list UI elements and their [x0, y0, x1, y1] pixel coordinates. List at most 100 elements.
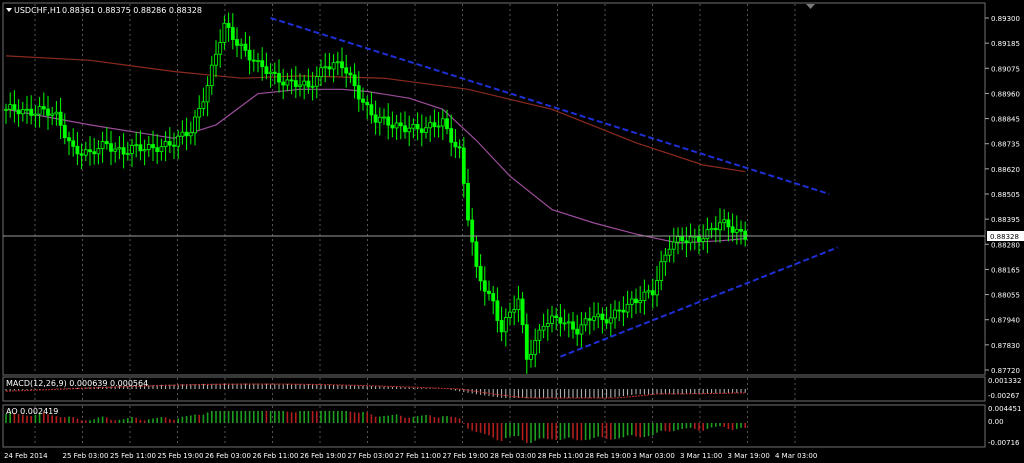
- candle-body: [243, 43, 248, 51]
- price-tick-label: 0.88735: [991, 141, 1020, 149]
- candle-body: [407, 127, 412, 133]
- macd-pane-frame: [2, 376, 986, 402]
- candle-body: [537, 329, 542, 341]
- time-tick-label: 3 Mar 11:00: [680, 452, 722, 460]
- candle-body: [424, 127, 428, 133]
- candle-body: [130, 145, 134, 154]
- trendlines[interactable]: [270, 17, 838, 358]
- price-tick-label: 0.87940: [991, 317, 1020, 325]
- candle-body: [604, 319, 609, 324]
- candle-body: [92, 151, 97, 155]
- price-tick-label: 0.88620: [991, 166, 1020, 174]
- candle-body: [377, 116, 382, 123]
- candle-body: [676, 236, 680, 243]
- candle-body: [327, 66, 332, 70]
- candle-body: [277, 73, 281, 83]
- ao-tick-label: 0.004451: [988, 405, 1021, 413]
- candle-body: [718, 222, 722, 231]
- time-axis: 24 Feb 2014 25 Feb 03:00 25 Feb 11:00 25 Fe…: [4, 452, 817, 460]
- candle-body: [134, 144, 139, 147]
- candle-body: [638, 300, 643, 304]
- candle-body: [617, 309, 622, 312]
- candle-body: [495, 300, 500, 321]
- candle-body: [562, 322, 567, 325]
- trendline[interactable]: [560, 246, 838, 358]
- candle-body: [730, 226, 735, 233]
- candle-body: [138, 144, 143, 152]
- candle-body: [155, 147, 160, 153]
- time-tick-label: 27 Feb 11:00: [395, 452, 441, 460]
- candle-body: [121, 147, 126, 155]
- candle-body: [96, 148, 101, 155]
- price-tick-label: 0.88505: [991, 191, 1020, 199]
- candle-body: [268, 71, 273, 74]
- candle-body: [428, 122, 433, 129]
- ohlc-values: 0.88361 0.88375 0.88286 0.88328: [62, 6, 202, 15]
- candle-body: [474, 241, 479, 267]
- candle-body: [739, 229, 743, 232]
- candle-body: [8, 104, 13, 110]
- candle-body: [184, 131, 189, 137]
- candle-body: [109, 143, 113, 152]
- candle-body: [176, 135, 181, 147]
- candle-body: [684, 240, 689, 244]
- candle-body: [419, 128, 424, 133]
- candle-body: [314, 76, 319, 87]
- candle-body: [159, 146, 164, 153]
- candle-body: [88, 149, 92, 153]
- candle-body: [688, 236, 693, 244]
- candle-body: [558, 317, 563, 324]
- candle-body: [625, 303, 630, 313]
- candle-body: [533, 339, 538, 355]
- candle-body: [180, 131, 185, 137]
- candle-body: [260, 60, 265, 68]
- candle-body: [46, 108, 50, 116]
- candle-body: [117, 147, 122, 150]
- candle-body: [79, 153, 84, 156]
- candle-body: [482, 280, 487, 292]
- time-tick-label: 25 Feb 19:00: [158, 452, 204, 460]
- candle-body: [323, 66, 328, 69]
- candle-body: [335, 61, 340, 64]
- candle-body: [596, 313, 601, 318]
- price-tick-label: 0.87830: [991, 342, 1020, 350]
- candle-body: [37, 106, 42, 115]
- candle-body: [50, 113, 55, 116]
- candle-body: [457, 146, 462, 149]
- candle-body: [629, 298, 634, 305]
- price-tick-label: 0.89075: [991, 65, 1020, 73]
- grid: [34, 4, 796, 446]
- candle-body: [466, 183, 470, 221]
- candle-body: [319, 67, 323, 78]
- price-tick-label: 0.87720: [991, 367, 1020, 375]
- candle-body: [709, 228, 714, 231]
- chart-menu-icon[interactable]: [6, 8, 12, 12]
- trendline[interactable]: [270, 17, 830, 195]
- current-price-value: 0.88328: [990, 233, 1019, 241]
- candle-body: [659, 261, 664, 281]
- candle-body: [75, 145, 80, 155]
- candle-body: [646, 290, 651, 293]
- candle-body: [491, 293, 496, 302]
- candle-body: [432, 122, 437, 128]
- candle-body: [373, 114, 378, 123]
- candle-body: [411, 123, 416, 129]
- time-tick-label: 25 Feb 03:00: [63, 452, 109, 460]
- candle-body: [281, 81, 286, 86]
- candle-body: [613, 309, 617, 319]
- candle-body: [726, 219, 731, 228]
- candle-body: [436, 125, 441, 128]
- price-tick-label: 0.89300: [991, 15, 1020, 23]
- price-tick-label: 0.88845: [991, 116, 1020, 124]
- candle-body: [83, 149, 88, 156]
- candle-body: [571, 321, 575, 330]
- price-tick-label: 0.88165: [991, 266, 1020, 274]
- time-tick-label: 27 Feb 19:00: [443, 452, 489, 460]
- shift-marker-icon[interactable]: [806, 4, 815, 9]
- candle-body: [209, 64, 214, 87]
- candle-body: [356, 85, 361, 100]
- time-tick-label: 27 Feb 03:00: [348, 452, 394, 460]
- candle-body: [201, 101, 206, 109]
- candle-body: [655, 280, 659, 296]
- candle-body: [100, 141, 105, 150]
